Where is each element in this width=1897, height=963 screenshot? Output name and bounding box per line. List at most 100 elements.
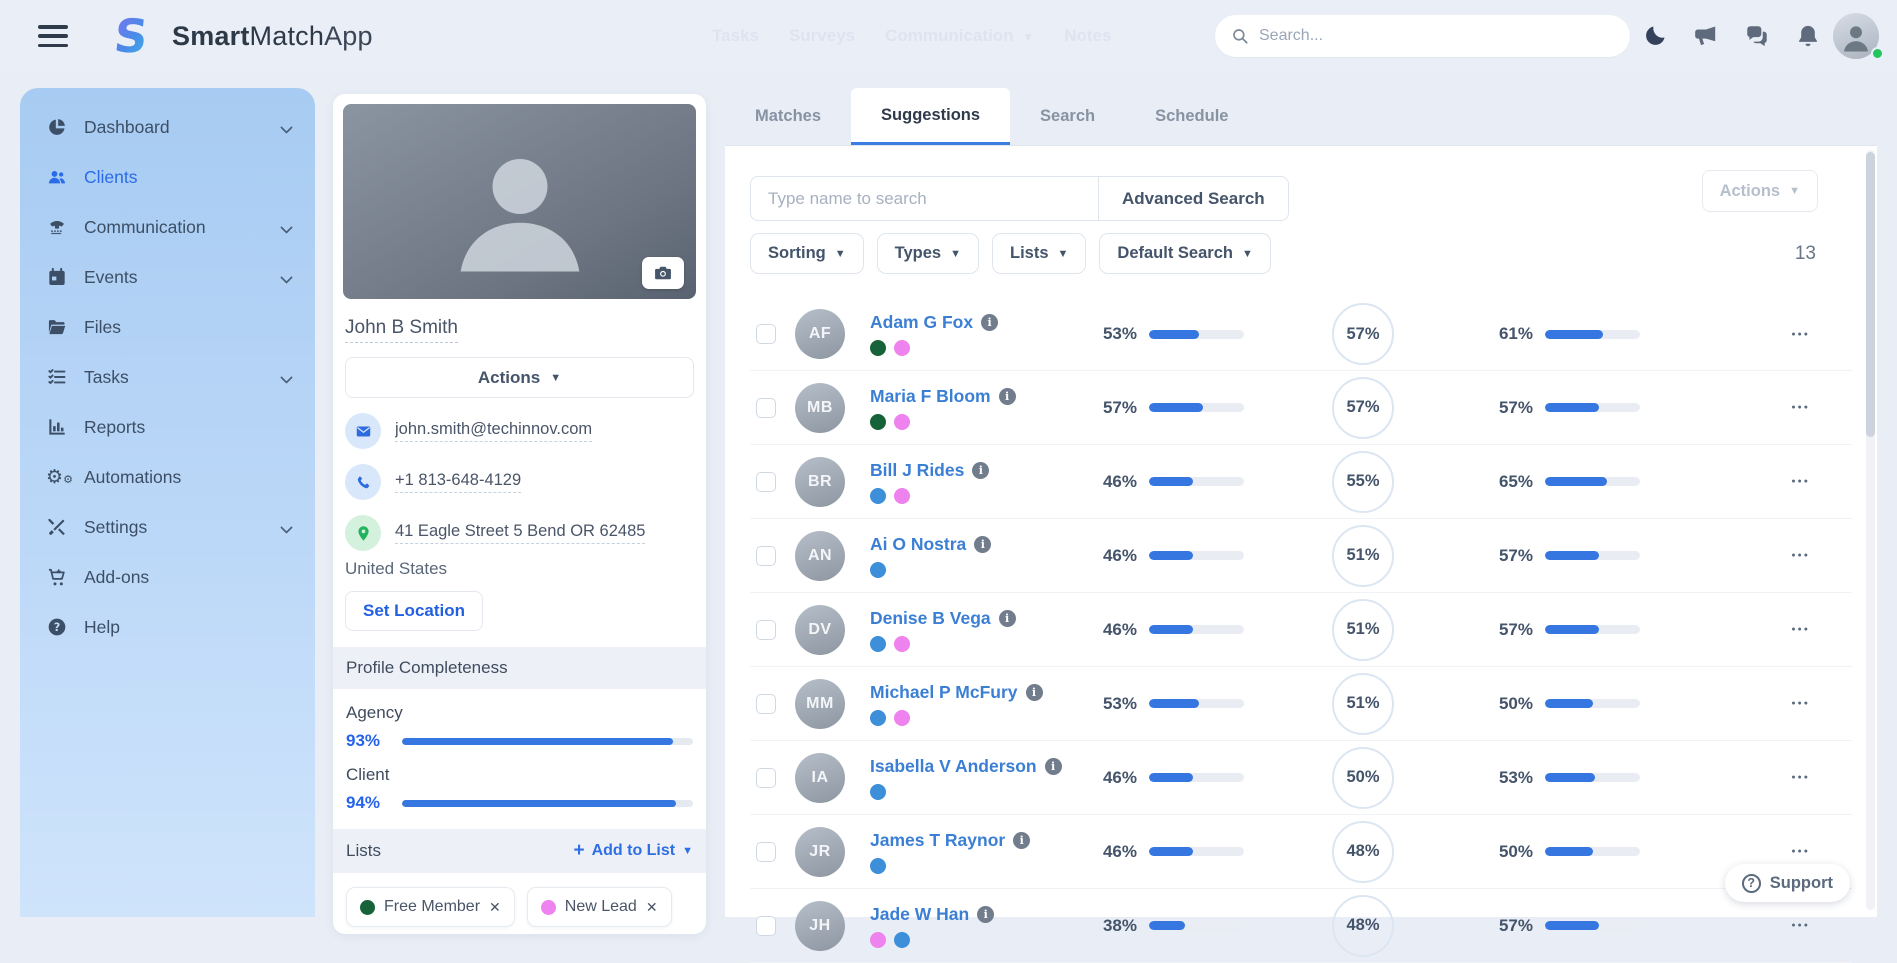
- filter-default-search[interactable]: Default Search▼: [1099, 233, 1270, 274]
- scrollbar[interactable]: [1866, 150, 1875, 910]
- row-menu-dots-icon[interactable]: ●●●: [1791, 700, 1810, 707]
- filter-types[interactable]: Types▼: [877, 233, 979, 274]
- client-name-link[interactable]: Adam G Fox: [870, 312, 973, 333]
- client-name-link[interactable]: Denise B Vega: [870, 608, 991, 629]
- row-checkbox[interactable]: [756, 398, 776, 418]
- match-percent-cell: 65%: [1481, 472, 1640, 492]
- sidebar-item-label: Files: [84, 317, 121, 338]
- sidebar-item-settings[interactable]: Settings: [20, 502, 315, 552]
- info-icon[interactable]: i: [981, 314, 998, 331]
- global-search-input[interactable]: [1259, 27, 1614, 45]
- row-checkbox[interactable]: [756, 546, 776, 566]
- match-percent-cell: 46%: [1085, 842, 1244, 862]
- sidebar-item-add-ons[interactable]: Add-ons: [20, 552, 315, 602]
- row-menu-dots-icon[interactable]: ●●●: [1791, 922, 1810, 929]
- dark-mode-moon-icon[interactable]: [1642, 23, 1668, 49]
- person-silhouette-icon: [445, 134, 595, 284]
- ghost-nav-item: Communication ▼: [885, 26, 1034, 46]
- tag-dot-blue: [870, 562, 886, 578]
- sidebar-item-events[interactable]: Events: [20, 252, 315, 302]
- match-percent-cell: 50%: [1481, 694, 1640, 714]
- completeness-bar-row: 94%: [346, 793, 693, 813]
- add-to-list-button[interactable]: + Add to List ▼: [573, 840, 693, 862]
- hamburger-menu-icon[interactable]: [38, 25, 68, 47]
- support-button[interactable]: ? Support: [1725, 864, 1850, 902]
- row-checkbox[interactable]: [756, 324, 776, 344]
- client-profile-card: John B Smith Actions▼ john.smith@techinn…: [333, 94, 706, 934]
- row-menu-dots-icon[interactable]: ●●●: [1791, 478, 1810, 485]
- profile-actions-button[interactable]: Actions▼: [345, 357, 694, 398]
- sidebar-item-files[interactable]: Files: [20, 302, 315, 352]
- tab-schedule[interactable]: Schedule: [1125, 88, 1258, 145]
- remove-tag-icon[interactable]: ✕: [489, 899, 501, 916]
- percent-value: 46%: [1085, 472, 1137, 492]
- sidebar-item-help[interactable]: ?Help: [20, 602, 315, 652]
- row-menu-dots-icon[interactable]: ●●●: [1791, 404, 1810, 411]
- info-icon[interactable]: i: [1026, 684, 1043, 701]
- tag-dot-blue: [870, 636, 886, 652]
- row-menu-dots-icon[interactable]: ●●●: [1791, 626, 1810, 633]
- messages-chat-icon[interactable]: [1744, 23, 1770, 49]
- percent-value: 38%: [1085, 916, 1137, 936]
- client-name-link[interactable]: James T Raynor: [870, 830, 1005, 851]
- advanced-search-button[interactable]: Advanced Search: [1098, 176, 1289, 221]
- sidebar-item-dashboard[interactable]: Dashboard: [20, 102, 315, 152]
- progress-bar: [1149, 477, 1244, 486]
- filter-sorting[interactable]: Sorting▼: [750, 233, 864, 274]
- client-name-link[interactable]: Jade W Han: [870, 904, 969, 925]
- tab-matches[interactable]: Matches: [725, 88, 851, 145]
- client-name[interactable]: John B Smith: [345, 317, 458, 343]
- set-location-button[interactable]: Set Location: [345, 591, 483, 631]
- sidebar-item-tasks[interactable]: Tasks: [20, 352, 315, 402]
- row-menu-dots-icon[interactable]: ●●●: [1791, 774, 1810, 781]
- tab-suggestions[interactable]: Suggestions: [851, 88, 1010, 145]
- client-name-link[interactable]: Isabella V Anderson: [870, 756, 1037, 777]
- row-menu-dots-icon[interactable]: ●●●: [1791, 331, 1810, 338]
- notifications-bell-icon[interactable]: [1795, 23, 1821, 49]
- client-email[interactable]: john.smith@techinnov.com: [395, 420, 592, 442]
- client-name-link[interactable]: Maria F Bloom: [870, 386, 991, 407]
- bulk-actions-button[interactable]: Actions▼: [1702, 170, 1818, 212]
- match-percent-cell: 46%: [1085, 620, 1244, 640]
- row-checkbox[interactable]: [756, 472, 776, 492]
- filter-lists[interactable]: Lists▼: [992, 233, 1086, 274]
- match-percent-cell: 53%: [1481, 768, 1640, 788]
- row-checkbox[interactable]: [756, 768, 776, 788]
- change-photo-button[interactable]: [642, 257, 684, 289]
- row-menu-dots-icon[interactable]: ●●●: [1791, 848, 1810, 855]
- client-phone[interactable]: +1 813-648-4129: [395, 471, 521, 493]
- sidebar-nav: DashboardClientsCommunicationEvents Files…: [20, 88, 315, 917]
- info-icon[interactable]: i: [1013, 832, 1030, 849]
- name-search-input[interactable]: [750, 176, 1098, 221]
- client-name-link[interactable]: Bill J Rides: [870, 460, 964, 481]
- tab-search[interactable]: Search: [1010, 88, 1125, 145]
- info-icon[interactable]: i: [972, 462, 989, 479]
- sidebar-item-communication[interactable]: Communication: [20, 202, 315, 252]
- info-icon[interactable]: i: [974, 536, 991, 553]
- info-icon[interactable]: i: [999, 388, 1016, 405]
- info-icon[interactable]: i: [1045, 758, 1062, 775]
- scrollbar-thumb[interactable]: [1866, 152, 1875, 437]
- row-checkbox[interactable]: [756, 620, 776, 640]
- phone-icon: [46, 216, 68, 238]
- percent-value: 46%: [1085, 546, 1137, 566]
- sidebar-item-clients[interactable]: Clients: [20, 152, 315, 202]
- tag-dots: [870, 340, 1085, 356]
- client-address[interactable]: 41 Eagle Street 5 Bend OR 62485: [395, 522, 645, 544]
- client-name-link[interactable]: Michael P McFury: [870, 682, 1018, 703]
- tag-dot-blue: [870, 858, 886, 874]
- row-menu-dots-icon[interactable]: ●●●: [1791, 552, 1810, 559]
- info-icon[interactable]: i: [999, 610, 1016, 627]
- client-name-link[interactable]: Ai O Nostra: [870, 534, 966, 555]
- filter-label: Lists: [1010, 244, 1049, 263]
- global-search[interactable]: [1215, 15, 1630, 57]
- row-checkbox[interactable]: [756, 916, 776, 936]
- announcements-megaphone-icon[interactable]: [1693, 23, 1719, 49]
- row-checkbox[interactable]: [756, 694, 776, 714]
- info-icon[interactable]: i: [977, 906, 994, 923]
- row-checkbox[interactable]: [756, 842, 776, 862]
- sidebar-item-label: Tasks: [84, 367, 129, 388]
- sidebar-item-reports[interactable]: Reports: [20, 402, 315, 452]
- remove-tag-icon[interactable]: ✕: [646, 899, 658, 916]
- sidebar-item-automations[interactable]: ⚙⚙Automations: [20, 452, 315, 502]
